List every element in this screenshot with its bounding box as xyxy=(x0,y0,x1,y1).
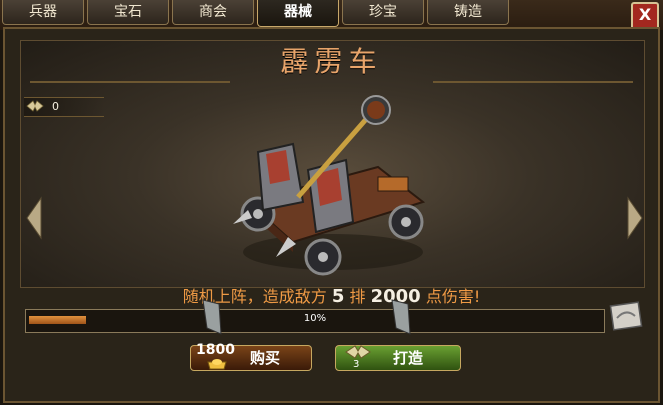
blueprint-scroll-icon[interactable] xyxy=(608,300,644,332)
wing-coin-icon xyxy=(26,99,44,113)
buy-label: 购买 xyxy=(250,349,281,367)
item-title: 霹雳车 xyxy=(280,45,383,78)
effect-description: 随机上阵，造成敌方 5 排 2000 点伤害! xyxy=(0,283,663,307)
desc-suffix: 点伤害! xyxy=(425,287,481,306)
milestone-marker-icon xyxy=(391,299,411,335)
next-arrow[interactable] xyxy=(626,196,644,240)
desc-rows: 5 xyxy=(331,286,345,307)
buy-button[interactable]: 1800 购买 xyxy=(190,342,316,372)
resource-display: 0 xyxy=(24,97,104,117)
tab-forging[interactable]: 铸造 xyxy=(427,0,509,25)
wing-material-icon xyxy=(345,345,371,359)
progress-text: 10% xyxy=(303,313,327,324)
tab-treasures[interactable]: 珍宝 xyxy=(342,0,424,25)
resource-value: 0 xyxy=(52,100,59,113)
forge-label: 打造 xyxy=(393,349,424,367)
forge-count: 3 xyxy=(353,359,360,370)
previous-arrow[interactable] xyxy=(25,196,43,240)
forge-button[interactable]: 3 打造 xyxy=(335,342,463,372)
tab-guild-shop[interactable]: 商会 xyxy=(172,0,254,25)
tab-weapons[interactable]: 兵器 xyxy=(2,0,84,25)
milestone-marker-icon xyxy=(202,299,222,335)
gold-ingot-icon xyxy=(207,359,227,370)
tab-gems[interactable]: 宝石 xyxy=(87,0,169,25)
title-ornament-left xyxy=(30,75,230,83)
progress-bar: 10% xyxy=(25,309,605,333)
close-button[interactable]: X xyxy=(631,2,659,30)
catapult-image xyxy=(233,95,426,276)
title-ornament-right xyxy=(433,75,633,83)
desc-middle: 排 xyxy=(349,287,366,306)
title-banner: 霹雳车 xyxy=(220,30,443,80)
tab-bar: 兵器 宝石 商会 器械 珍宝 铸造 xyxy=(2,0,509,27)
buy-cost: 1800 xyxy=(196,342,235,358)
tab-machinery[interactable]: 器械 xyxy=(257,0,339,27)
